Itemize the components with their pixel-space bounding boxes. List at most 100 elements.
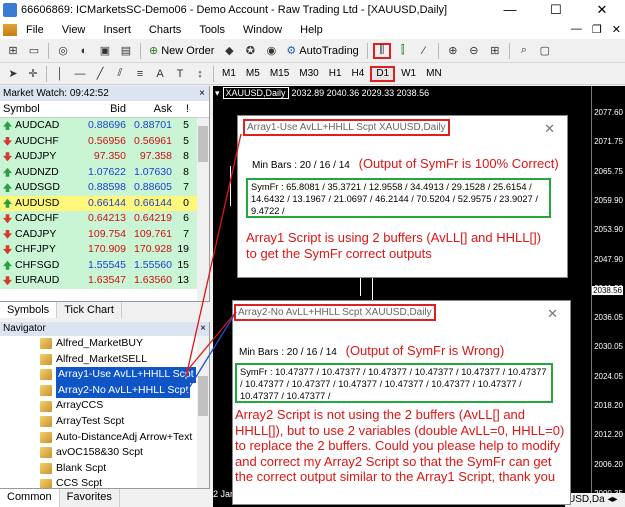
- menu-charts[interactable]: Charts: [140, 24, 190, 36]
- zoom-out-icon[interactable]: ⊖: [465, 43, 483, 59]
- market-watch-row[interactable]: EURAUD 1.63547 1.63560 13: [0, 273, 209, 289]
- chat-icon[interactable]: ▢: [536, 43, 554, 59]
- zoom-in-icon[interactable]: ⊕: [444, 43, 462, 59]
- row-bid: 0.88598: [88, 181, 126, 193]
- timeframe-m15[interactable]: M15: [266, 66, 293, 82]
- navigator-script-item[interactable]: Alfred_MarketSELL: [0, 352, 196, 368]
- fibonacci-icon[interactable]: ≡: [131, 66, 149, 82]
- timeframe-w1[interactable]: W1: [397, 66, 420, 82]
- row-symbol: CADJPY: [0, 227, 76, 243]
- tab-scroll-icon[interactable]: ◂▸: [607, 494, 617, 505]
- chart-tab-bottom[interactable]: USD,Da ◂▸: [565, 493, 625, 507]
- navigator-script-item[interactable]: Array2-No AvLL+HHLL Scpt: [0, 382, 196, 399]
- market-watch-icon[interactable]: ◎: [54, 43, 72, 59]
- menu-window[interactable]: Window: [234, 24, 291, 36]
- channel-icon[interactable]: ⫽: [111, 66, 129, 82]
- navigator-script-item[interactable]: Alfred_MarketBUY: [0, 336, 196, 352]
- child-minimize-button[interactable]: —: [571, 23, 582, 36]
- col-symbol-header[interactable]: Symbol: [0, 101, 76, 117]
- menu-file[interactable]: File: [17, 24, 53, 36]
- minimize-button[interactable]: —: [487, 0, 533, 20]
- child-close-button[interactable]: ✕: [612, 23, 621, 36]
- timeframe-mn[interactable]: MN: [422, 66, 446, 82]
- navigator-script-item[interactable]: Blank Scpt: [0, 461, 196, 477]
- price-axis[interactable]: 2077.60 2071.75 2065.75 2059.90 2053.90 2047.…: [591, 86, 625, 507]
- timeframe-m30[interactable]: M30: [295, 66, 322, 82]
- market-watch-row[interactable]: CHFJPY 170.909 170.928 19: [0, 242, 209, 258]
- terminal-icon[interactable]: ▤: [117, 43, 135, 59]
- timeframe-h4[interactable]: H4: [348, 66, 369, 82]
- data-window-icon[interactable]: ◐: [75, 43, 93, 59]
- new-chart-icon[interactable]: ⊞: [4, 43, 22, 59]
- market-watch-row[interactable]: AUDCAD 0.88696 0.88701 5: [0, 118, 209, 134]
- row-ask: 1.63560: [134, 274, 172, 286]
- market-watch-close-icon[interactable]: ×: [199, 86, 209, 101]
- vertical-line-icon[interactable]: │: [51, 66, 69, 82]
- navigator-scrollbar[interactable]: [197, 336, 209, 488]
- navigator-script-item[interactable]: ArrayCCS: [0, 398, 196, 414]
- child-restore-button[interactable]: ❐: [592, 23, 602, 36]
- timeframe-m1[interactable]: M1: [218, 66, 240, 82]
- profiles-icon[interactable]: ▭: [25, 43, 43, 59]
- tile-windows-icon[interactable]: ⊞: [486, 43, 504, 59]
- market-watch-row[interactable]: CADCHF 0.64213 0.64219 6: [0, 211, 209, 227]
- tab-common[interactable]: Common: [0, 489, 60, 507]
- down-arrow-icon: [3, 152, 12, 162]
- navigator-icon[interactable]: ▣: [96, 43, 114, 59]
- market-watch-row[interactable]: AUDCHF 0.56956 0.56961 5: [0, 133, 209, 149]
- chart-menu-icon[interactable]: [3, 23, 17, 36]
- navigator-script-item[interactable]: Auto-DistanceAdj Arrow+Text: [0, 430, 196, 446]
- bar-chart-icon[interactable]: ⫼: [372, 42, 391, 59]
- col-spread-header[interactable]: !: [172, 101, 192, 117]
- row-ask: 0.56961: [134, 134, 172, 147]
- menu-view[interactable]: View: [53, 24, 95, 36]
- autotrading-button[interactable]: ⚙ AutoTrading: [283, 42, 361, 60]
- col-ask-header[interactable]: Ask: [126, 101, 172, 117]
- symbol-name: CHFSGD: [15, 258, 60, 271]
- text-label-icon[interactable]: T: [171, 66, 189, 82]
- signals-icon[interactable]: ✪: [241, 43, 259, 59]
- radio-icon[interactable]: ◉: [262, 43, 280, 59]
- market-watch-row[interactable]: AUDJPY 97.350 97.358 8: [0, 149, 209, 165]
- maximize-button[interactable]: ☐: [533, 0, 579, 20]
- market-watch-row[interactable]: AUDNZD 1.07622 1.07630 8: [0, 164, 209, 180]
- market-watch-row[interactable]: CHFSGD 1.55545 1.55560 15: [0, 257, 209, 273]
- navigator-script-item[interactable]: avOC158&30 Scpt: [0, 445, 196, 461]
- market-watch-row[interactable]: CADJPY 109.754 109.761 7: [0, 226, 209, 243]
- cursor-icon[interactable]: ➤: [4, 66, 22, 82]
- timeframe-h1[interactable]: H1: [325, 66, 346, 82]
- tab-favorites[interactable]: Favorites: [60, 489, 120, 507]
- tab-symbols[interactable]: Symbols: [0, 302, 58, 318]
- new-order-button[interactable]: ⊕ New Order: [146, 42, 217, 60]
- script-icon: [40, 447, 52, 459]
- line-chart-icon[interactable]: ∕: [415, 43, 433, 59]
- navigator-script-item[interactable]: ArrayTest Scpt: [0, 414, 196, 430]
- menu-tools[interactable]: Tools: [190, 24, 234, 36]
- market-watch-row[interactable]: AUDSGD 0.88598 0.88605 7: [0, 180, 209, 196]
- trendline-icon[interactable]: ╱: [91, 66, 109, 82]
- col-bid-header[interactable]: Bid: [76, 101, 126, 117]
- expert-icon[interactable]: ◆: [220, 43, 238, 59]
- scrollbar-thumb[interactable]: [198, 126, 208, 162]
- menu-insert[interactable]: Insert: [94, 24, 140, 36]
- crosshair-icon[interactable]: ✛: [24, 66, 42, 82]
- close-button[interactable]: ✕: [579, 0, 625, 20]
- menu-help[interactable]: Help: [291, 24, 332, 36]
- search-icon[interactable]: ⌕: [515, 43, 533, 59]
- popup1-close-icon[interactable]: ✕: [544, 121, 555, 137]
- tab-tick-chart[interactable]: Tick Chart: [57, 302, 122, 318]
- chart-dropdown-icon[interactable]: ▾: [215, 88, 220, 99]
- arrows-icon[interactable]: ↕: [191, 66, 209, 82]
- horizontal-line-icon[interactable]: —: [71, 66, 89, 82]
- text-icon[interactable]: A: [151, 66, 169, 82]
- scrollbar-thumb[interactable]: [198, 376, 208, 416]
- navigator-script-item[interactable]: Array1-Use AvLL+HHLL Scpt: [0, 367, 196, 383]
- row-ask: 97.358: [139, 150, 172, 162]
- timeframe-d1[interactable]: D1: [370, 65, 396, 82]
- navigator-close-icon[interactable]: ×: [200, 322, 206, 336]
- popup2-close-icon[interactable]: ✕: [547, 306, 558, 322]
- market-watch-scrollbar[interactable]: [197, 118, 209, 318]
- candlestick-icon[interactable]: ⫿: [394, 43, 412, 59]
- market-watch-row[interactable]: AUDUSD 0.66144 0.66144 0: [0, 195, 209, 211]
- timeframe-m5[interactable]: M5: [242, 66, 264, 82]
